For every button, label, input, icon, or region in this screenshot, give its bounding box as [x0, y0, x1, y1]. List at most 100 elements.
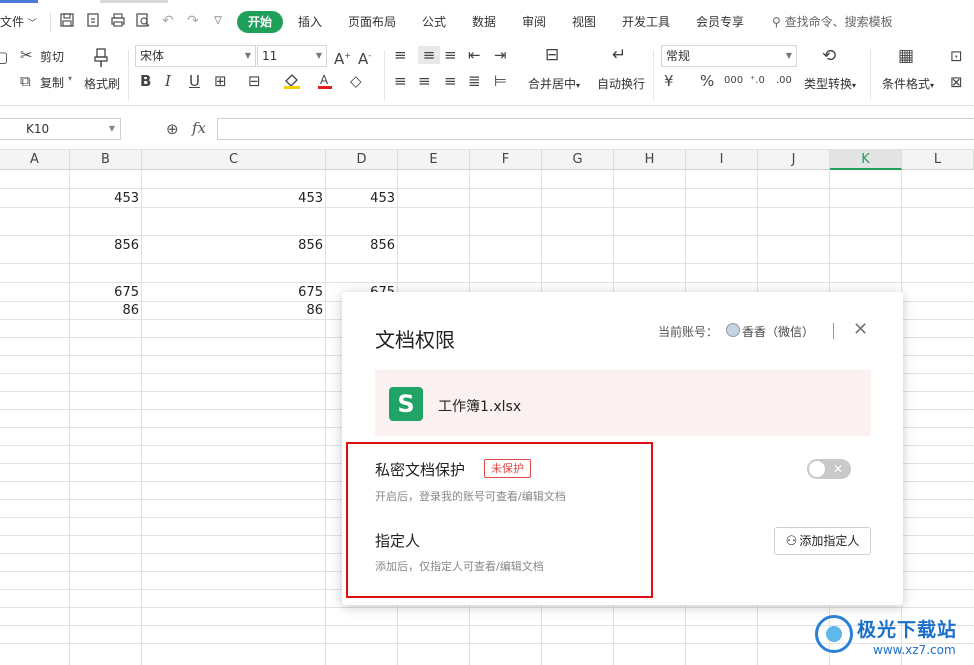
tab-data[interactable]: 数据 [472, 13, 496, 30]
increase-decimal-icon[interactable]: ⁺.0 [750, 72, 765, 90]
number-format-select[interactable]: 常规 ▼ [661, 45, 797, 67]
print-icon[interactable] [109, 12, 127, 30]
align-right-icon[interactable]: ≡ [444, 72, 457, 90]
file-name: 工作簿1.xlsx [438, 399, 522, 415]
table-style-icon[interactable]: ⊠ [950, 73, 963, 91]
grid-line [0, 235, 974, 236]
cell-d-value[interactable]: 856 [326, 238, 398, 254]
tab-view[interactable]: 视图 [572, 13, 596, 30]
close-icon[interactable]: ✕ [853, 319, 868, 340]
cell-c-value[interactable]: 856 [142, 238, 326, 254]
fill-color-icon[interactable] [282, 72, 302, 94]
column-header-h[interactable]: H [614, 150, 686, 170]
file-menu[interactable]: 文件 ﹀ [0, 13, 37, 30]
column-header-b[interactable]: B [70, 150, 142, 170]
add-assignee-button[interactable]: ⚇ 添加指定人 [774, 527, 871, 555]
zoom-formula-icon[interactable]: ⊕ [166, 120, 179, 138]
align-top-icon[interactable]: ≡ [394, 46, 407, 64]
conditional-format-icon: ▦ [898, 46, 915, 66]
thousands-icon[interactable]: 000 [724, 72, 743, 90]
tab-review[interactable]: 审阅 [522, 13, 546, 30]
private-protection-toggle[interactable]: ✕ [807, 459, 851, 479]
tab-home[interactable]: 开始 [237, 11, 283, 33]
font-color-icon[interactable]: A [316, 72, 334, 94]
type-convert-button[interactable]: 类型转换▾ [804, 75, 856, 92]
column-header-i[interactable]: I [686, 150, 758, 170]
decrease-font-icon[interactable]: A- [358, 47, 371, 68]
font-size-select[interactable]: 11 ▼ [257, 45, 327, 67]
highlight-box [346, 442, 653, 598]
indent-increase-icon[interactable]: ⇥ [494, 46, 507, 64]
eraser-icon[interactable]: ◇ [350, 72, 362, 90]
column-header-a[interactable]: A [0, 150, 70, 170]
account-name: 香香（微信） [742, 325, 815, 339]
bold-icon[interactable]: B [140, 72, 151, 90]
print-preview-icon[interactable] [134, 12, 152, 30]
column-header-k[interactable]: K [830, 150, 902, 170]
cell-c-value[interactable]: 453 [142, 191, 326, 207]
redo-icon[interactable]: ↷ [184, 12, 202, 30]
indent-decrease-icon[interactable]: ⇤ [468, 46, 481, 64]
column-header-c[interactable]: C [142, 150, 326, 170]
undo-icon[interactable]: ↶ [159, 12, 177, 30]
chevron-down-icon[interactable]: ▾ [68, 74, 72, 83]
decrease-decimal-icon[interactable]: .00 [776, 72, 792, 90]
align-center-icon[interactable]: ≡ [418, 72, 431, 90]
cell-b-value[interactable]: 453 [70, 191, 142, 207]
border-icon[interactable]: ⊞ [214, 72, 227, 90]
tab-insert[interactable]: 插入 [298, 13, 322, 30]
cell-c-value[interactable]: 675 [142, 285, 326, 301]
spreadsheet-file-icon: S [389, 387, 423, 421]
format-painter-button[interactable]: 格式刷 [84, 75, 120, 92]
tab-formulas[interactable]: 公式 [422, 13, 446, 30]
cell-b-value[interactable]: 86 [70, 303, 142, 319]
column-header-e[interactable]: E [398, 150, 470, 170]
cut-button[interactable]: 剪切 [40, 48, 64, 65]
justify-icon[interactable]: ≣ [468, 72, 481, 90]
tab-page-layout[interactable]: 页面布局 [348, 13, 396, 30]
tab-member[interactable]: 会员专享 [696, 13, 744, 30]
increase-font-icon[interactable]: A+ [334, 47, 351, 68]
cell-d-value[interactable]: 453 [326, 191, 398, 207]
underline-icon[interactable]: U [189, 72, 200, 90]
conditional-format-button[interactable]: 条件格式▾ [882, 75, 934, 92]
cell-b-value[interactable]: 856 [70, 238, 142, 254]
wrap-text-button[interactable]: 自动换行 [597, 75, 645, 92]
watermark-logo-icon [815, 615, 853, 653]
function-icon[interactable]: fx [192, 119, 206, 137]
export-pdf-icon[interactable] [84, 12, 102, 30]
customize-toolbar-icon[interactable]: ▽ [209, 12, 227, 30]
account-label: 当前账号： [658, 325, 719, 339]
chevron-down-icon: ▼ [108, 124, 115, 133]
column-header-g[interactable]: G [542, 150, 614, 170]
column-header-j[interactable]: J [758, 150, 830, 170]
font-name-select[interactable]: 宋体 ▼ [135, 45, 256, 67]
cell-style-icon[interactable]: ⊡ [950, 47, 963, 65]
align-bottom-icon[interactable]: ≡ [444, 46, 457, 64]
column-header-d[interactable]: D [326, 150, 398, 170]
column-header-l[interactable]: L [902, 150, 974, 170]
copy-button[interactable]: 复制 [40, 74, 64, 91]
align-middle-icon[interactable]: ≡ [418, 46, 440, 64]
strikethrough-icon[interactable]: ⊟ [248, 72, 261, 90]
font-name-value: 宋体 [140, 49, 165, 63]
cell-c-value[interactable]: 86 [142, 303, 326, 319]
currency-icon[interactable]: ¥ [664, 72, 674, 90]
cell-b-value[interactable]: 675 [70, 285, 142, 301]
save-icon[interactable] [58, 12, 76, 30]
formula-input[interactable] [217, 118, 974, 140]
percent-icon[interactable]: % [700, 72, 714, 90]
align-left-icon[interactable]: ≡ [394, 72, 407, 90]
add-person-icon: ⚇ [785, 534, 798, 549]
command-search[interactable]: ⚲ 查找命令、搜索模板 [772, 13, 893, 30]
number-format-value: 常规 [666, 49, 691, 63]
conditional-format-label: 条件格式 [882, 77, 931, 91]
tab-developer[interactable]: 开发工具 [622, 13, 670, 30]
italic-icon[interactable]: I [165, 72, 171, 90]
paste-icon[interactable]: ▢ [0, 48, 8, 66]
avatar [726, 323, 740, 337]
merge-center-button[interactable]: 合并居中▾ [528, 75, 580, 92]
column-header-f[interactable]: F [470, 150, 542, 170]
name-box[interactable]: K10 ▼ [0, 118, 121, 140]
distributed-icon[interactable]: ⊨ [494, 72, 507, 90]
